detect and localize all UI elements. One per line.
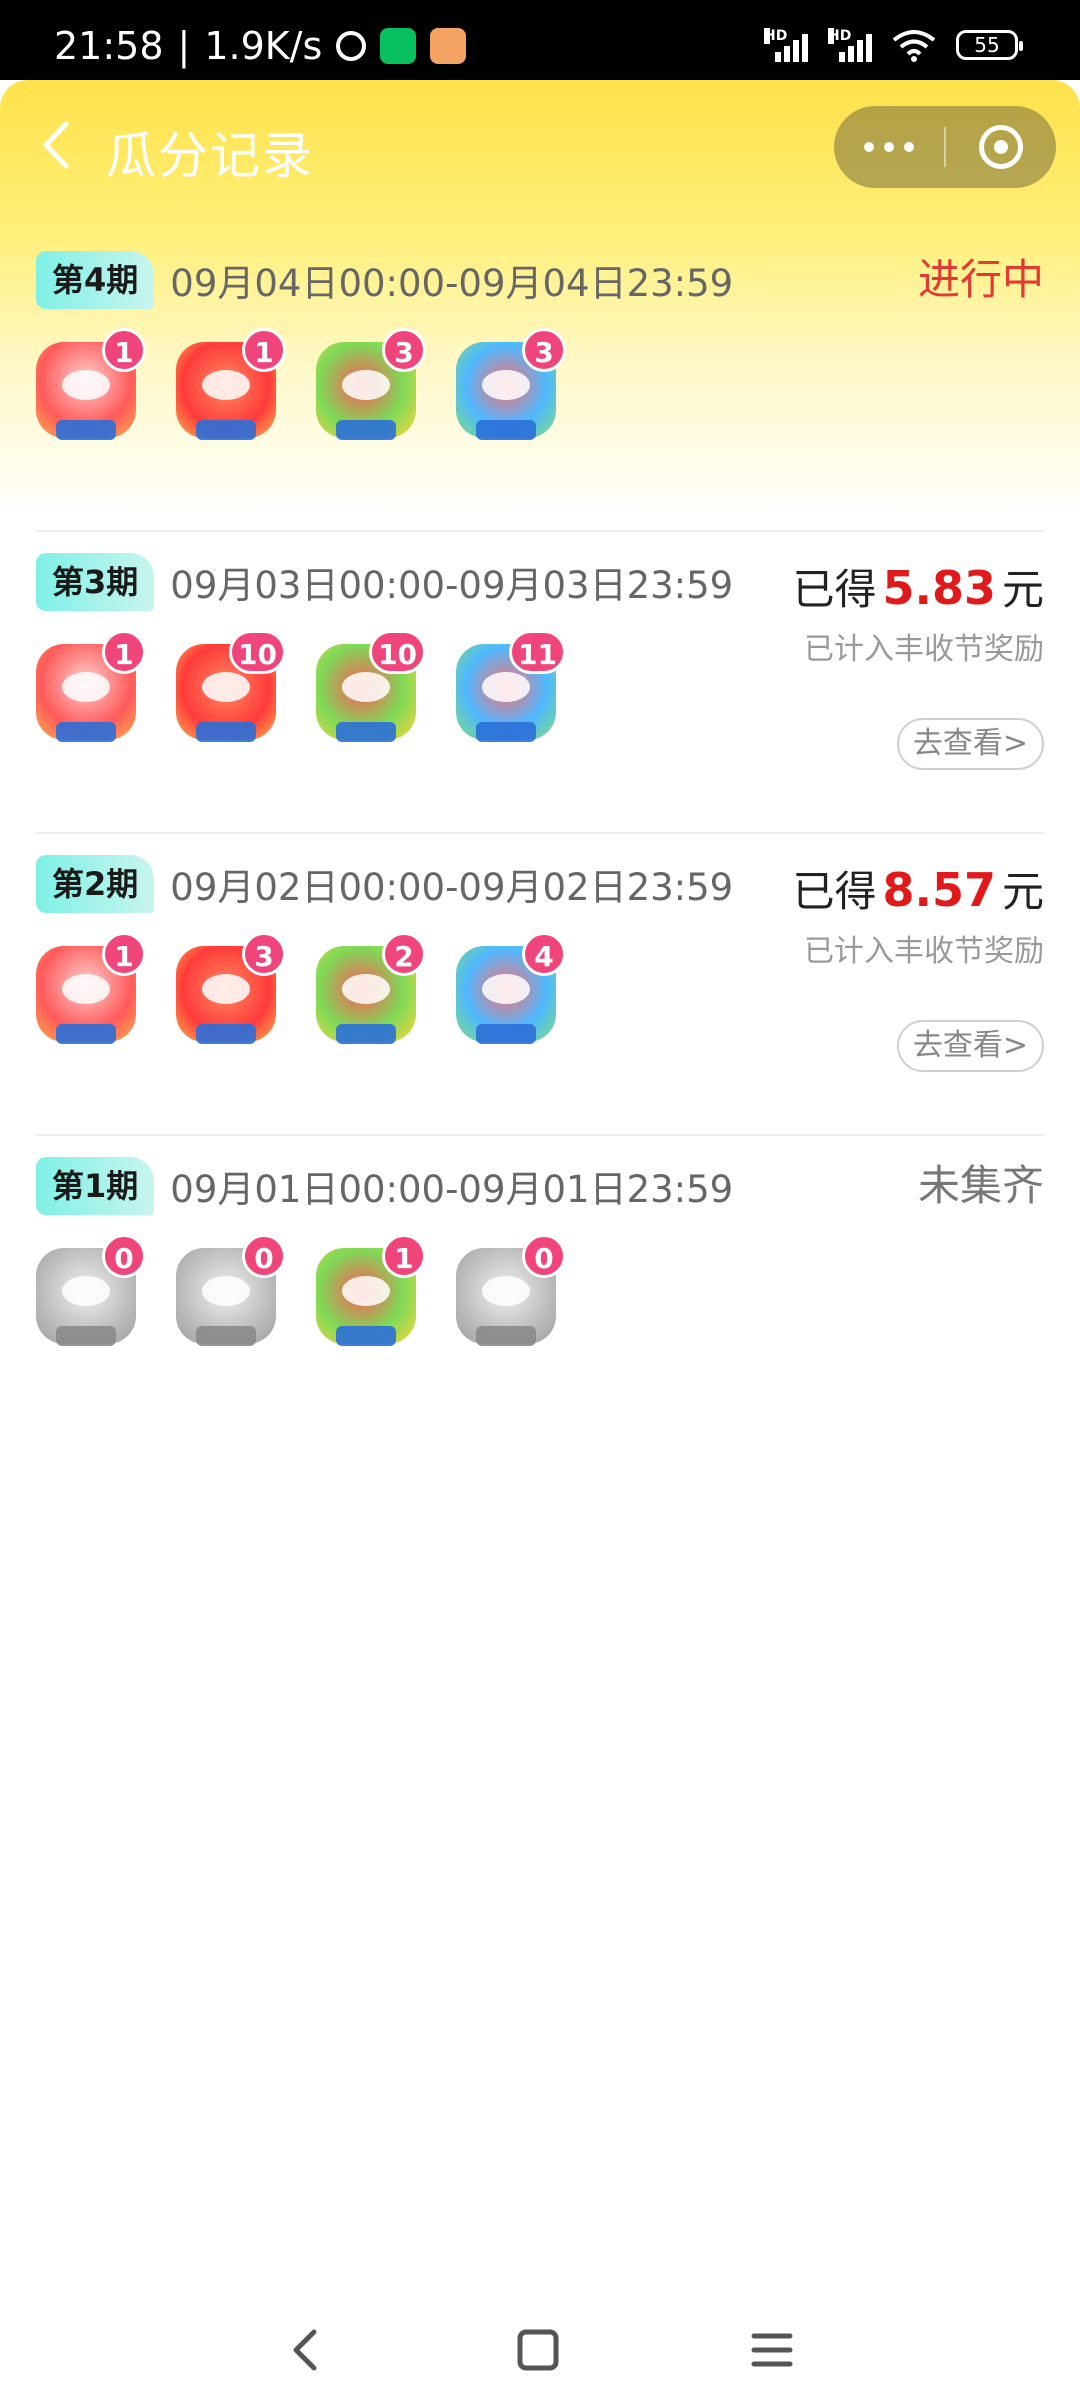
collect-card: 1	[176, 328, 286, 444]
signal-icon-1: HD	[764, 28, 808, 62]
reward-unit: 元	[1001, 867, 1044, 916]
period-range: 09月04日00:00-09月04日23:59	[170, 262, 734, 305]
period-tag: 第1期	[36, 1157, 155, 1215]
count-badge: 2	[382, 932, 426, 976]
collect-card: 3	[316, 328, 426, 444]
close-miniapp-button[interactable]	[946, 106, 1056, 188]
record-item: 第2期 09月02日00:00-09月02日23:59 已得 8.57 元 已计入丰…	[36, 834, 1044, 1136]
wechat-icon	[380, 28, 417, 64]
reward-value: 5.83	[882, 561, 996, 615]
status-time: 21:58	[54, 24, 164, 68]
count-badge: 3	[522, 328, 566, 372]
collect-card: 3	[456, 328, 566, 444]
reward-prefix: 已得	[792, 565, 877, 614]
status-incomplete: 未集齐	[917, 1161, 1044, 1210]
view-button[interactable]: 去查看>	[896, 1020, 1044, 1072]
status-right: HD HD 55	[764, 28, 1023, 62]
period-tag: 第3期	[36, 553, 155, 611]
nav-bar: 瓜分记录	[0, 80, 1080, 210]
count-badge: 0	[102, 1234, 146, 1278]
count-badge: 3	[382, 328, 426, 372]
collect-card: 11	[456, 630, 566, 746]
collect-card: 1	[36, 932, 146, 1048]
status-separator: |	[177, 24, 191, 68]
reward-value: 8.57	[882, 863, 996, 917]
count-badge: 4	[522, 932, 566, 976]
period-tag: 第2期	[36, 855, 155, 913]
target-icon	[979, 125, 1023, 169]
count-badge: 0	[522, 1234, 566, 1278]
count-badge: 1	[102, 328, 146, 372]
status-in-progress: 进行中	[917, 255, 1044, 304]
more-dot-icon	[864, 142, 874, 152]
count-badge: 11	[509, 630, 566, 674]
status-bar: 21:58 | 1.9K/s HD HD 55	[0, 0, 1080, 80]
system-home-icon[interactable]	[508, 2320, 568, 2380]
more-dot-icon	[884, 142, 894, 152]
count-badge: 10	[229, 630, 286, 674]
miniapp-capsule	[834, 106, 1056, 188]
count-badge: 3	[242, 932, 286, 976]
page-title: 瓜分记录	[106, 127, 314, 185]
card-row: 0 0 1 0	[36, 1234, 566, 1350]
reward-prefix: 已得	[792, 867, 877, 916]
collect-card-locked: 0	[36, 1234, 146, 1350]
period-range: 09月02日00:00-09月02日23:59	[170, 866, 734, 909]
collect-card-locked: 0	[176, 1234, 286, 1350]
collect-card: 10	[176, 630, 286, 746]
collect-card: 1	[36, 630, 146, 746]
count-badge: 10	[369, 630, 426, 674]
collect-card: 4	[456, 932, 566, 1048]
battery-icon: 55	[956, 30, 1023, 60]
reward-amount: 已得 8.57 元	[792, 858, 1044, 919]
collect-card: 1	[36, 328, 146, 444]
reward-unit: 元	[1001, 565, 1044, 614]
reward-note: 已计入丰收节奖励	[804, 934, 1044, 969]
count-badge: 1	[102, 932, 146, 976]
period-tag: 第4期	[36, 251, 155, 309]
system-menu-icon[interactable]	[742, 2320, 802, 2380]
reward-amount: 已得 5.83 元	[792, 556, 1044, 617]
period-range: 09月03日00:00-09月03日23:59	[170, 564, 734, 607]
wifi-icon	[892, 30, 936, 62]
period-range: 09月01日00:00-09月01日23:59	[170, 1168, 734, 1211]
card-row: 1 3 2 4	[36, 932, 566, 1048]
status-net-speed: 1.9K/s	[204, 24, 323, 68]
more-dot-icon	[904, 142, 914, 152]
count-badge: 1	[102, 630, 146, 674]
collect-card: 1	[316, 1234, 426, 1350]
app-notification-icon	[430, 28, 467, 64]
card-row: 1 10 10 11	[36, 630, 566, 746]
record-item: 第1期 09月01日00:00-09月01日23:59 未集齐 0 0 1 0	[36, 1136, 1044, 1436]
more-options-button[interactable]	[834, 106, 944, 188]
record-item: 第4期 09月04日00:00-09月04日23:59 进行中 1 1 3 3	[36, 230, 1044, 532]
system-nav-bar	[0, 2290, 1080, 2400]
reward-note: 已计入丰收节奖励	[804, 632, 1044, 667]
collect-card: 2	[316, 932, 426, 1048]
alarm-icon	[336, 31, 367, 61]
system-back-icon[interactable]	[276, 2320, 336, 2380]
collect-card: 3	[176, 932, 286, 1048]
collect-card: 10	[316, 630, 426, 746]
period-row: 第4期 09月04日00:00-09月04日23:59	[36, 250, 1044, 310]
record-list: 第4期 09月04日00:00-09月04日23:59 进行中 1 1 3 3 …	[0, 230, 1080, 1436]
view-button[interactable]: 去查看>	[896, 718, 1044, 770]
count-badge: 0	[242, 1234, 286, 1278]
period-row: 第1期 09月01日00:00-09月01日23:59	[36, 1156, 1044, 1216]
back-arrow-icon[interactable]	[36, 120, 76, 170]
collect-card-locked: 0	[456, 1234, 566, 1350]
record-item: 第3期 09月03日00:00-09月03日23:59 已得 5.83 元 已计入丰…	[36, 532, 1044, 834]
count-badge: 1	[242, 328, 286, 372]
signal-icon-2: HD	[828, 28, 872, 62]
card-row: 1 1 3 3	[36, 328, 566, 444]
count-badge: 1	[382, 1234, 426, 1278]
status-left: 21:58 | 1.9K/s	[54, 24, 467, 68]
